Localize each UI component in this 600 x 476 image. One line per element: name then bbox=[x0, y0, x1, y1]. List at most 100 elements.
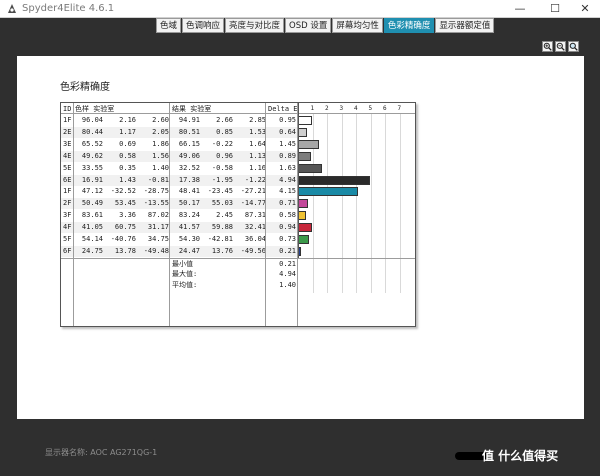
row-sample-lab-value: 1.86 bbox=[152, 139, 169, 148]
row-sample-lab-value: 31.17 bbox=[147, 223, 169, 232]
chart-gridline bbox=[341, 113, 343, 293]
row-result-lab-value: -42.81 bbox=[207, 235, 233, 243]
row-result-lab-value: 32.52 bbox=[178, 163, 200, 172]
row-result-lab-value: -27.21 bbox=[240, 187, 266, 196]
row-delta-e: 4.94 bbox=[279, 175, 296, 184]
row-result-lab-value: 2.45 bbox=[216, 211, 233, 220]
row-sample-lab-value: -32.52 bbox=[110, 187, 136, 196]
zoom-fit-icon[interactable] bbox=[568, 41, 579, 52]
row-result-lab-value: 1.53 bbox=[249, 127, 266, 136]
row-sample-lab-value: 60.75 bbox=[114, 223, 136, 232]
tab-osd-settings[interactable]: OSD 设置 bbox=[285, 18, 332, 33]
row-sample-lab-value: -40.76 bbox=[110, 235, 136, 243]
tab-tone-response[interactable]: 色调响应 bbox=[182, 18, 225, 33]
row-result-lab-value: 94.91 bbox=[178, 116, 200, 124]
summary-avg-label: 平均值: bbox=[172, 280, 198, 289]
delta-e-bar bbox=[298, 211, 307, 221]
chart-gridline bbox=[327, 113, 328, 293]
row-sample-lab-value: 2.16 bbox=[119, 116, 136, 124]
row-result-lab-value: -1.22 bbox=[244, 175, 266, 184]
chart-gridline bbox=[399, 113, 401, 293]
row-sample-lab-value: 41.05 bbox=[81, 223, 103, 232]
row-result-lab-value: 32.41 bbox=[244, 223, 266, 232]
row-result-lab-value: 59.88 bbox=[211, 223, 233, 232]
row-delta-e: 0.71 bbox=[279, 199, 296, 208]
table-column-divider bbox=[73, 103, 74, 326]
row-result-lab-value: 80.51 bbox=[178, 127, 200, 136]
delta-e-bar bbox=[298, 199, 309, 209]
delta-e-bar bbox=[298, 175, 370, 185]
spyder-app-icon bbox=[8, 4, 16, 13]
report-title: 色彩精确度 bbox=[60, 82, 110, 93]
row-result-lab-value: 50.17 bbox=[178, 199, 200, 208]
row-delta-e: 1.63 bbox=[279, 163, 296, 172]
table-summary-divider bbox=[61, 257, 415, 259]
row-sample-lab-value: 2.05 bbox=[152, 127, 169, 136]
delta-e-bar bbox=[298, 127, 308, 137]
row-sample-lab-value: 53.45 bbox=[114, 199, 136, 208]
minimize-button[interactable]: — bbox=[500, 0, 540, 18]
table-header-divider bbox=[61, 113, 415, 114]
delta-e-bar bbox=[298, 163, 322, 173]
row-sample-lab-value: 96.04 bbox=[81, 116, 103, 124]
row-sample-lab-value: 0.69 bbox=[119, 139, 136, 148]
row-sample-lab-value: 0.35 bbox=[119, 163, 136, 172]
row-sample-lab-value: 50.49 bbox=[81, 199, 103, 208]
chart-axis-line bbox=[298, 103, 299, 258]
tab-gamut[interactable]: 色域 bbox=[156, 18, 182, 33]
tab-display-rating[interactable]: 显示器额定值 bbox=[435, 18, 495, 33]
row-sample-lab-value: -28.75 bbox=[143, 187, 169, 196]
row-sample-lab-value: 83.61 bbox=[81, 211, 103, 220]
row-sample-lab-value: 24.75 bbox=[81, 246, 103, 255]
row-sample-lab-value: -13.55 bbox=[143, 199, 169, 208]
row-delta-e: 0.58 bbox=[279, 211, 296, 220]
row-sample-lab-value: -0.81 bbox=[147, 175, 169, 184]
close-button[interactable]: ✕ bbox=[570, 0, 600, 18]
maximize-button[interactable]: ☐ bbox=[535, 0, 575, 18]
zoom-in-icon[interactable] bbox=[542, 41, 553, 52]
tab-color-accuracy[interactable]: 色彩精确度 bbox=[383, 18, 435, 33]
tab-brightness-contrast[interactable]: 亮度与对比度 bbox=[225, 18, 285, 33]
row-delta-e: 0.64 bbox=[279, 127, 296, 136]
zoom-out-icon[interactable] bbox=[555, 41, 566, 52]
zoom-toolbar bbox=[542, 41, 581, 52]
window-title: Spyder4Elite 4.6.1 bbox=[22, 3, 115, 14]
row-result-lab-value: 1.13 bbox=[249, 151, 266, 160]
row-result-lab-value: 55.03 bbox=[211, 199, 233, 208]
row-result-lab-value: 83.24 bbox=[178, 211, 200, 220]
row-sample-lab-value: 13.78 bbox=[114, 246, 136, 255]
row-result-lab-value: 87.31 bbox=[244, 211, 266, 220]
row-result-lab-value: -0.58 bbox=[211, 163, 233, 172]
delta-e-bar bbox=[298, 151, 311, 161]
row-result-lab-value: 36.04 bbox=[244, 235, 266, 243]
row-result-lab-value: 66.15 bbox=[178, 139, 200, 148]
row-result-lab-value: 54.30 bbox=[178, 235, 200, 243]
tab-screen-uniformity[interactable]: 屏幕均匀性 bbox=[332, 18, 383, 33]
row-result-lab-value: 13.76 bbox=[211, 246, 233, 255]
row-delta-e: 0.94 bbox=[279, 223, 296, 232]
watermark-logo: 值 什么值得买 bbox=[482, 449, 559, 463]
row-sample-lab-value: 16.91 bbox=[81, 175, 103, 184]
delta-e-bar bbox=[298, 116, 312, 125]
row-result-lab-value: -49.56 bbox=[240, 246, 266, 255]
row-delta-e: 4.15 bbox=[279, 187, 296, 196]
row-sample-lab-value: -49.48 bbox=[143, 246, 169, 255]
delta-e-bar bbox=[298, 223, 312, 233]
row-sample-lab-value: 2.60 bbox=[152, 116, 169, 124]
row-delta-e: 0.89 bbox=[279, 151, 296, 160]
row-sample-lab-value: 65.52 bbox=[81, 139, 103, 148]
table-column-divider bbox=[169, 103, 170, 326]
row-sample-lab-value: 49.62 bbox=[81, 151, 103, 160]
row-result-lab-value: 2.66 bbox=[216, 116, 233, 124]
row-result-lab-value: -14.77 bbox=[240, 199, 266, 208]
row-sample-lab-value: 3.36 bbox=[119, 211, 136, 220]
chart-gridline bbox=[356, 113, 357, 293]
summary-min-label-text: 最小值 bbox=[172, 259, 193, 268]
row-result-lab-value: 24.47 bbox=[178, 246, 200, 255]
row-result-lab-value: 17.38 bbox=[178, 175, 200, 184]
color-accuracy-table: ID 色样 实验室 结果 实验室 Delta E 0.21 最小值 最大值: 4… bbox=[60, 102, 416, 327]
row-sample-lab-value: 80.44 bbox=[81, 127, 103, 136]
row-delta-e: 0.21 bbox=[279, 246, 296, 255]
row-result-lab-value: -23.45 bbox=[207, 187, 233, 196]
title-bar: Spyder4Elite 4.6.1 — ☐ ✕ bbox=[0, 0, 600, 18]
